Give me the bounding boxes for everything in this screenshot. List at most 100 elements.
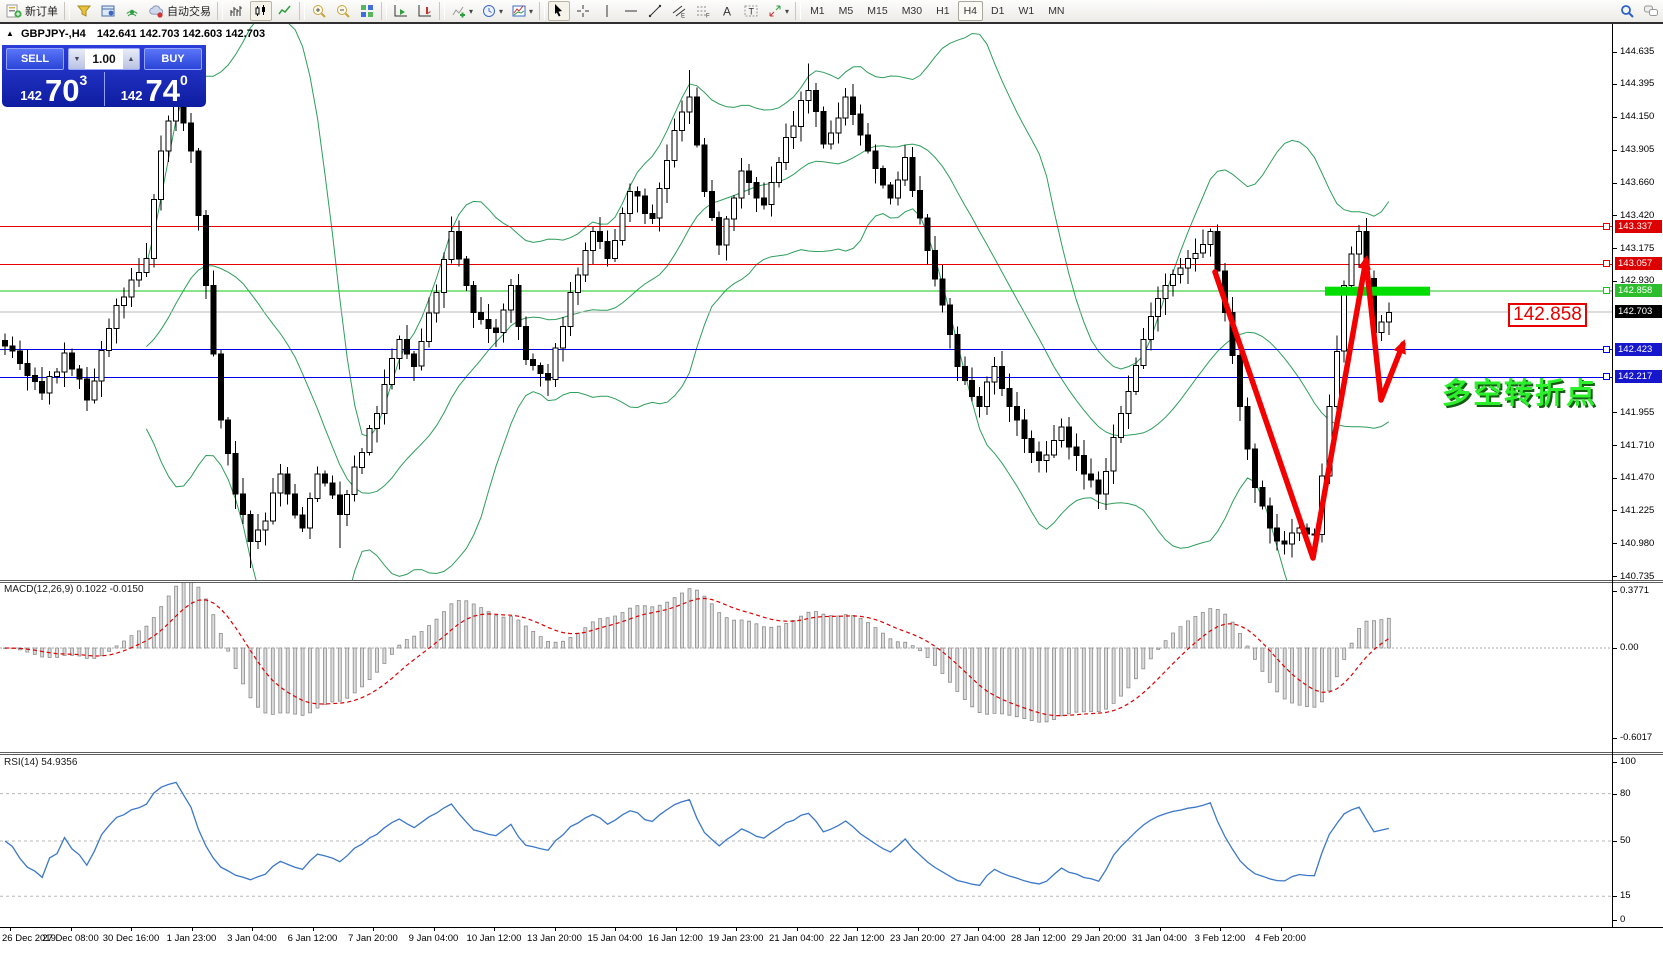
datawin-icon — [100, 3, 116, 19]
time-tick-mark — [434, 927, 435, 931]
templates-button[interactable]: ▾ — [508, 1, 536, 21]
line-chart-button[interactable] — [274, 1, 296, 21]
price-tick-mark — [1612, 281, 1617, 282]
timeframe-d1-button[interactable]: D1 — [985, 1, 1010, 21]
rsi-tick-mark — [1612, 896, 1617, 897]
fibonacci-button[interactable]: F — [692, 1, 714, 21]
red-zigzag-annotation — [1215, 255, 1406, 558]
timeframe-m30-button[interactable]: M30 — [896, 1, 928, 21]
text-button[interactable]: A — [716, 1, 738, 21]
market-watch-button[interactable] — [73, 1, 95, 21]
ta-icon: A — [719, 3, 735, 19]
timeframe-m5-button[interactable]: M5 — [833, 1, 860, 21]
rsi-tick-mark — [1612, 841, 1617, 842]
toolbar-separator — [439, 2, 445, 20]
dropdown-caret-icon: ▾ — [529, 7, 533, 16]
timeframe-h4-button[interactable]: H4 — [958, 1, 983, 21]
time-tick-mark — [857, 927, 858, 931]
green-highlight-rect — [1325, 287, 1430, 296]
time-tick-mark — [71, 927, 72, 931]
price-scale[interactable]: 144.635144.395144.150143.905143.660143.4… — [1612, 24, 1663, 927]
pane-separator[interactable] — [0, 752, 1663, 753]
chart-shift-button[interactable] — [414, 1, 436, 21]
data-window-button[interactable] — [97, 1, 119, 21]
volume-increase-button[interactable]: ▲ — [123, 49, 139, 69]
price-tick-label: 143.905 — [1620, 144, 1654, 155]
dropdown-caret-icon: ▾ — [469, 7, 473, 16]
price-tick-mark — [1612, 445, 1617, 446]
symbol-info: ▲ GBPJPY-,H4 142.641 142.703 142.603 142… — [6, 28, 265, 40]
time-tick-mark — [1220, 927, 1221, 931]
macd-tick-label: 0.00 — [1620, 642, 1639, 653]
cloud-icon — [148, 3, 164, 19]
equidistant-channel-button[interactable]: E — [668, 1, 690, 21]
collapse-arrow-icon[interactable]: ▲ — [6, 29, 14, 38]
line-anchor-square[interactable] — [1603, 287, 1610, 294]
sell-button[interactable]: SELL — [6, 48, 64, 70]
indicators-button[interactable]: ▾ — [448, 1, 476, 21]
line-anchor-square[interactable] — [1603, 223, 1610, 230]
neworder-icon — [6, 3, 22, 19]
trendline-button[interactable] — [644, 1, 666, 21]
volume-input[interactable] — [85, 49, 123, 69]
tile-windows-button[interactable] — [356, 1, 378, 21]
navigator-button[interactable] — [121, 1, 143, 21]
sell-price[interactable]: 142 70 3 — [6, 72, 102, 106]
chart-plot[interactable] — [0, 24, 1663, 954]
dropdown-caret-icon: ▾ — [785, 7, 789, 16]
timeframe-w1-button[interactable]: W1 — [1012, 1, 1040, 21]
rsi-tick-label: 0 — [1620, 914, 1625, 925]
clock-icon — [481, 3, 497, 19]
time-tick-mark — [313, 927, 314, 931]
line-anchor-square[interactable] — [1603, 260, 1610, 267]
text-label-button[interactable]: T — [740, 1, 762, 21]
crosshair-button[interactable] — [572, 1, 594, 21]
macd-tick-mark — [1612, 738, 1617, 739]
timeframe-m15-button[interactable]: M15 — [861, 1, 893, 21]
cursor-button[interactable] — [548, 1, 570, 21]
line-anchor-square[interactable] — [1603, 373, 1610, 380]
periods-button[interactable]: ▾ — [478, 1, 506, 21]
zoom-in-button[interactable] — [308, 1, 330, 21]
toolbar-separator — [299, 2, 305, 20]
shapes-button[interactable]: ▾ — [764, 1, 792, 21]
timeframe-mn-button[interactable]: MN — [1042, 1, 1070, 21]
bar-chart-button[interactable] — [226, 1, 248, 21]
price-tick-label: 144.635 — [1620, 46, 1654, 57]
chinese-annotation-text: 多空转折点 — [1442, 370, 1597, 412]
price-tick-label: 141.470 — [1620, 472, 1654, 483]
bars-icon — [229, 3, 245, 19]
search-button[interactable] — [1616, 1, 1638, 21]
auto-scroll-button[interactable] — [390, 1, 412, 21]
nav-icon — [124, 3, 140, 19]
chat-button[interactable] — [1640, 1, 1662, 21]
time-tick-mark — [192, 927, 193, 931]
price-line-badge: 142.423 — [1615, 343, 1662, 356]
rsi-tick-mark — [1612, 762, 1617, 763]
buy-price[interactable]: 142 74 0 — [107, 72, 203, 106]
toolbar: 新订单 自动交易 ▾ ▾ ▾ EFAT ▾ M1M5M15M30H1H4D1W1MN — [0, 0, 1663, 24]
vertical-line-button[interactable] — [596, 1, 618, 21]
price-tick-mark — [1612, 478, 1617, 479]
timeframe-m1-button[interactable]: M1 — [804, 1, 831, 21]
zoom-out-button[interactable] — [332, 1, 354, 21]
pane-separator[interactable] — [0, 580, 1663, 581]
tline-icon — [647, 3, 663, 19]
autotrading-button[interactable]: 自动交易 — [145, 1, 214, 21]
candlestick-chart-button[interactable] — [250, 1, 272, 21]
toolbar-separator — [539, 2, 545, 20]
time-tick-mark — [373, 927, 374, 931]
time-scale[interactable]: 26 Dec 201927 Dec 08:0030 Dec 16:001 Jan… — [0, 927, 1663, 949]
horizontal-line-button[interactable] — [620, 1, 642, 21]
chart-area[interactable]: ▲ GBPJPY-,H4 142.641 142.703 142.603 142… — [0, 24, 1663, 949]
timeframe-h1-button[interactable]: H1 — [930, 1, 955, 21]
new-order-button[interactable]: 新订单 — [3, 1, 61, 21]
volume-decrease-button[interactable]: ▼ — [69, 49, 85, 69]
buy-button[interactable]: BUY — [144, 48, 202, 70]
macd-indicator-label: MACD(12,26,9) 0.1022 -0.0150 — [4, 584, 144, 595]
price-line-badge: 142.703 — [1615, 305, 1662, 318]
price-tick-mark — [1612, 117, 1617, 118]
rsi-indicator-label: RSI(14) 54.9356 — [4, 757, 77, 768]
time-tick-mark — [1160, 927, 1161, 931]
line-anchor-square[interactable] — [1603, 346, 1610, 353]
